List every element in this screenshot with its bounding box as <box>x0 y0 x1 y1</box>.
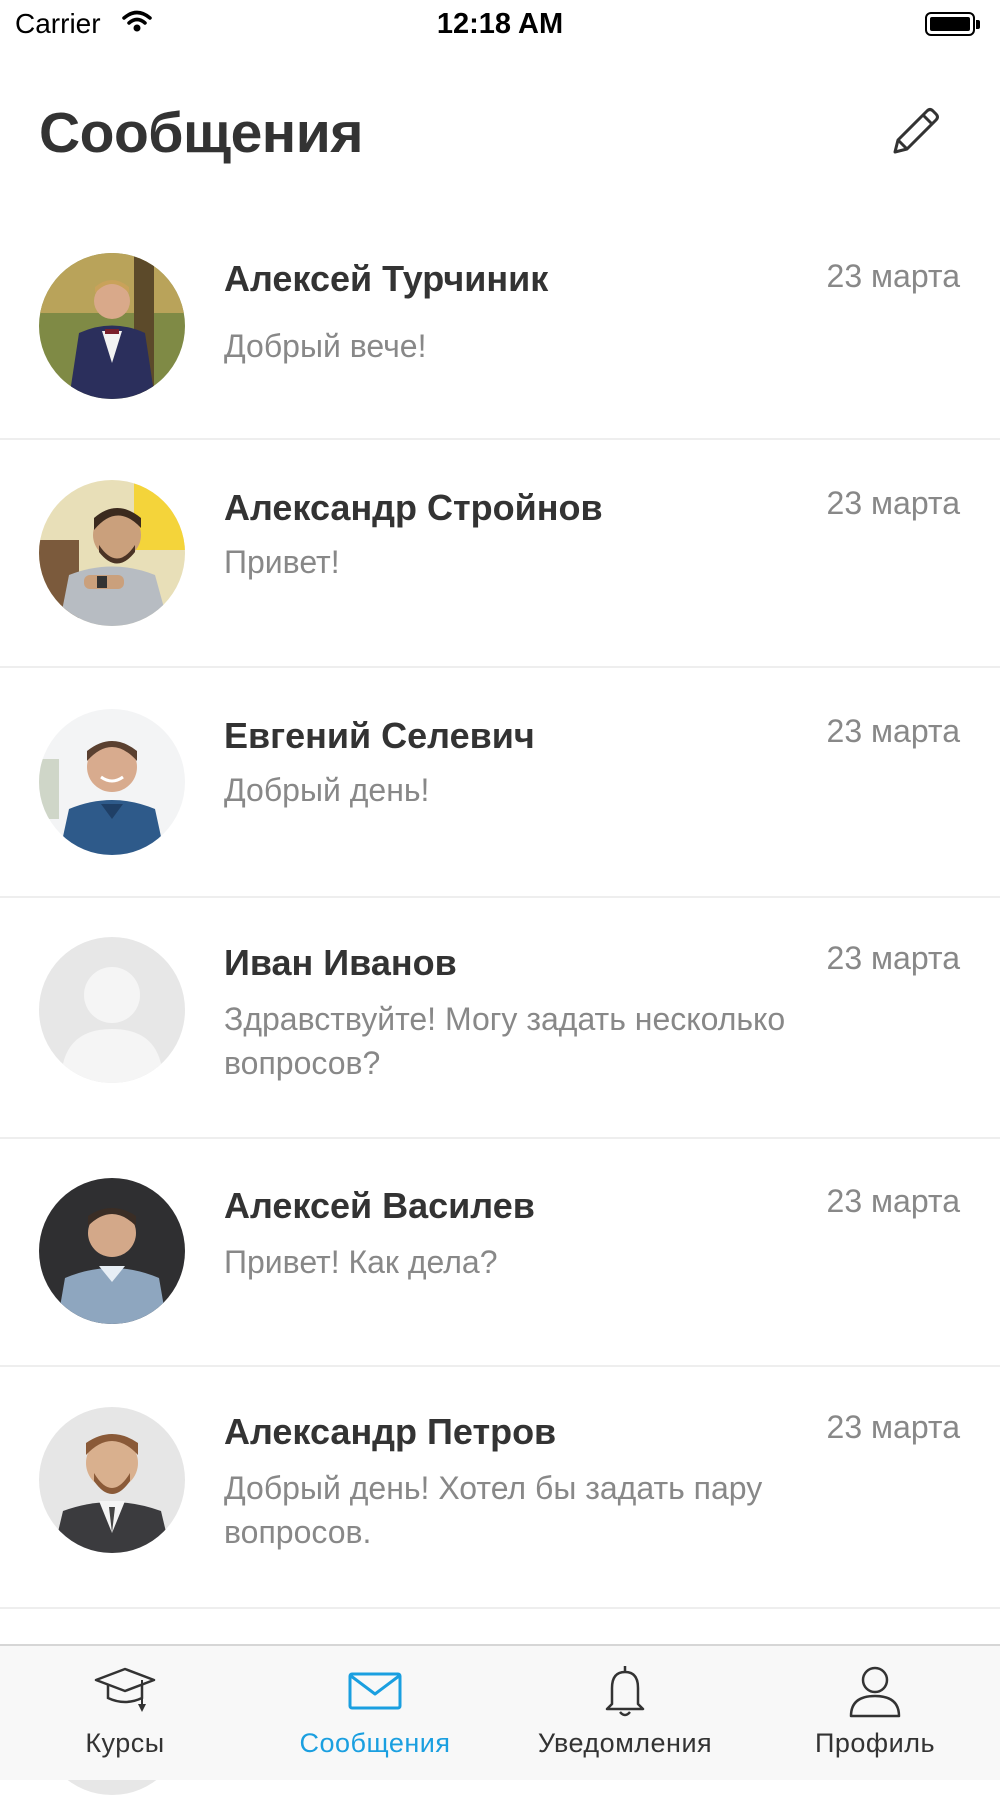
pencil-icon <box>893 108 939 154</box>
conversation-list: Алексей Турчиник 23 марта Добрый вече! А… <box>0 212 1000 1795</box>
tab-courses[interactable]: Курсы <box>0 1646 250 1780</box>
message-preview: Добрый день! Хотел бы задать пару вопрос… <box>224 1470 763 1550</box>
contact-name: Александр Стройнов <box>224 487 603 528</box>
bell-icon <box>605 1666 645 1717</box>
contact-name: Александр Петров <box>224 1411 557 1452</box>
conversation-row[interactable]: Евгений Селевич 23 марта Добрый день! <box>0 668 1000 898</box>
message-date: 23 марта <box>826 485 960 521</box>
conversation-row[interactable]: Иван Иванов 23 марта Здравствуйте! Могу … <box>0 898 1000 1139</box>
page-title: Сообщения <box>39 101 364 165</box>
message-preview: Добрый день! <box>224 772 430 808</box>
avatar <box>39 709 185 855</box>
tab-bar: Курсы Сообщения Уведомления Профиль <box>0 1644 1000 1780</box>
tab-messages[interactable]: Сообщения <box>250 1646 500 1780</box>
avatar <box>39 1407 185 1553</box>
tab-label: Курсы <box>85 1728 165 1758</box>
message-date: 23 марта <box>826 940 960 976</box>
avatar <box>39 1178 185 1324</box>
tab-label: Профиль <box>814 1728 936 1758</box>
message-preview: Привет! Как дела? <box>224 1244 498 1280</box>
message-preview: Здравствуйте! Могу задать несколько вопр… <box>224 1001 786 1081</box>
clock: 12:18 AM <box>436 8 564 40</box>
contact-name: Иван Иванов <box>224 942 457 983</box>
graduation-cap-icon <box>94 1667 156 1712</box>
conversation-row[interactable]: Александр Стройнов 23 марта Привет! <box>0 440 1000 668</box>
tab-label: Уведомления <box>537 1728 713 1758</box>
battery-icon <box>925 12 980 36</box>
message-date: 23 марта <box>826 1409 960 1445</box>
status-bar: Carrier 12:18 AM <box>0 0 1000 50</box>
conversation-row[interactable]: Алексей Василев 23 марта Привет! Как дел… <box>0 1139 1000 1367</box>
tab-label: Сообщения <box>299 1728 451 1758</box>
conversation-row[interactable]: Александр Петров 23 марта Добрый день! Х… <box>0 1367 1000 1609</box>
contact-name: Алексей Турчиник <box>224 258 549 299</box>
message-date: 23 марта <box>826 1183 960 1219</box>
user-icon <box>849 1666 901 1718</box>
avatar <box>39 253 185 399</box>
contact-name: Алексей Василев <box>224 1185 535 1226</box>
tab-notifications[interactable]: Уведомления <box>500 1646 750 1780</box>
message-preview: Привет! <box>224 544 340 580</box>
message-preview: Добрый вече! <box>224 328 427 364</box>
compose-button[interactable] <box>885 102 945 162</box>
conversation-row[interactable]: Алексей Турчиник 23 марта Добрый вече! <box>0 212 1000 440</box>
message-date: 23 марта <box>826 258 960 294</box>
avatar-placeholder <box>39 937 185 1083</box>
message-date: 23 марта <box>826 713 960 749</box>
contact-name: Евгений Селевич <box>224 715 535 756</box>
tab-profile[interactable]: Профиль <box>750 1646 1000 1780</box>
envelope-icon <box>348 1672 402 1710</box>
avatar <box>39 480 185 626</box>
